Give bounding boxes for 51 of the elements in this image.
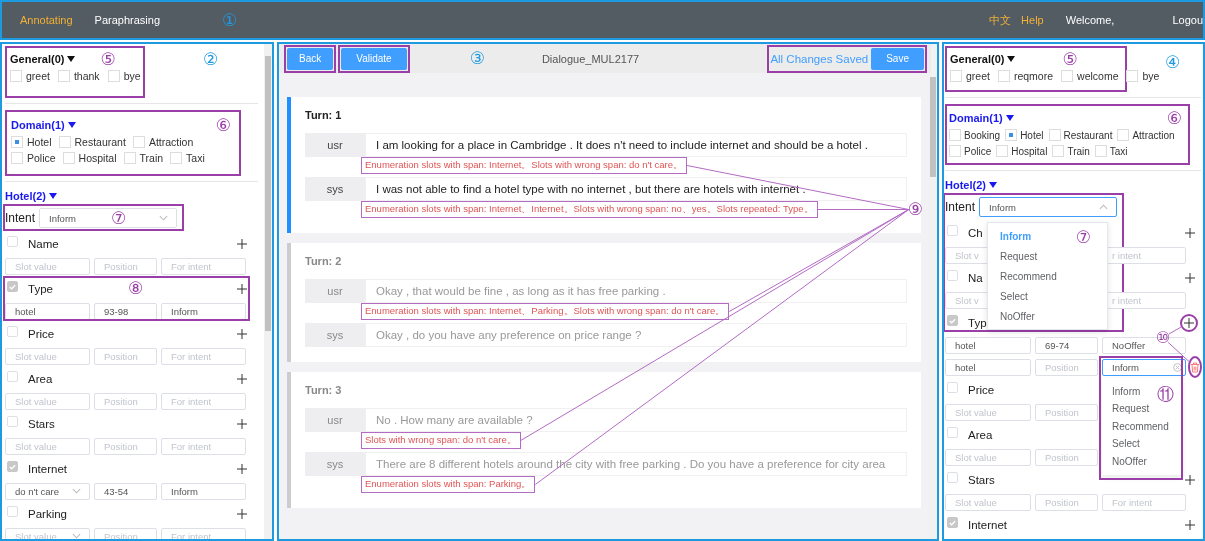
dialogue-title: Dialogue_MUL2177 [541, 52, 640, 65]
callout-number: ② [203, 51, 219, 68]
callout-number: ⑦ [111, 209, 127, 227]
turn-title: Turn: 2 [305, 255, 343, 267]
error-message: Enumeration slots with span: Internet。Slots with wrong span: do n't care。 [361, 157, 688, 174]
callout-number: ⑥ [1166, 109, 1182, 127]
turn-title: Turn: 1 [305, 109, 343, 121]
slot-name: Area [968, 428, 993, 441]
utterance-text: I was not able to find a hotel type with no internet , but there are hotels with internet . [365, 177, 907, 201]
speaker-label: sys [305, 323, 365, 347]
slot-name: Ch [968, 226, 983, 239]
error-message: Slots with wrong span: do n't care。 [361, 432, 521, 449]
callout-number: ③ [469, 50, 485, 67]
slot-name: Price [968, 383, 995, 396]
speaker-label: usr [305, 408, 365, 432]
speaker-label: usr [305, 279, 365, 303]
slot-name: Stars [28, 417, 55, 430]
intent-label: Intent [5, 211, 36, 225]
callout-number: ⑧ [127, 280, 144, 297]
slot-name: Stars [968, 473, 995, 486]
speaker-label: usr [305, 133, 365, 157]
callout-number: ⑦ [1075, 229, 1091, 246]
speaker-label: sys [305, 177, 365, 201]
error-message: Enumeration slots with span: Internet、Internet。Slots with wrong span: no、yes。Slots repeated: Type。 [361, 201, 818, 218]
utterance-text: I am looking for a place in Cambridge . It does n't need to include internet and should be a hotel . [365, 133, 907, 157]
slot-name: Parking [28, 507, 67, 520]
slot-name: Internet [968, 518, 1007, 531]
utterance-text: Okay , that would be fine , as long as it has free parking . [365, 279, 907, 303]
save-status: All Changes Saved [770, 52, 869, 65]
slot-name: Area [28, 372, 53, 385]
callout-number: ① [222, 11, 238, 29]
utterance-text: Okay , do you have any preference on price range ? [365, 323, 907, 347]
turn-title: Turn: 3 [305, 384, 343, 396]
error-message: Enumeration slots with span: Internet、Parking。Slots with wrong span: do n't care。 [361, 303, 730, 320]
intent-label: Intent [945, 200, 976, 214]
slot-name: Internet [28, 462, 67, 475]
welcome-text: Welcome, [1065, 14, 1115, 26]
error-message: Enumeration slots with span: Parking。 [361, 476, 536, 493]
callout-number: ⑤ [1062, 50, 1078, 68]
slot-name: Na [968, 271, 983, 284]
slot-name: Typ [968, 316, 987, 329]
slot-name: Type [28, 282, 53, 295]
slot-name: Price [28, 327, 55, 340]
utterance-text: No . How many are available ? [365, 408, 907, 432]
callout-number: ④ [1165, 54, 1181, 71]
callout-number: ⑨ [907, 201, 923, 218]
callout-number: ⑥ [215, 116, 231, 134]
callout-number: ⑤ [100, 50, 116, 68]
speaker-label: sys [305, 452, 365, 476]
callout-number: ⑪ [1157, 385, 1174, 403]
slot-name: Name [28, 237, 59, 250]
